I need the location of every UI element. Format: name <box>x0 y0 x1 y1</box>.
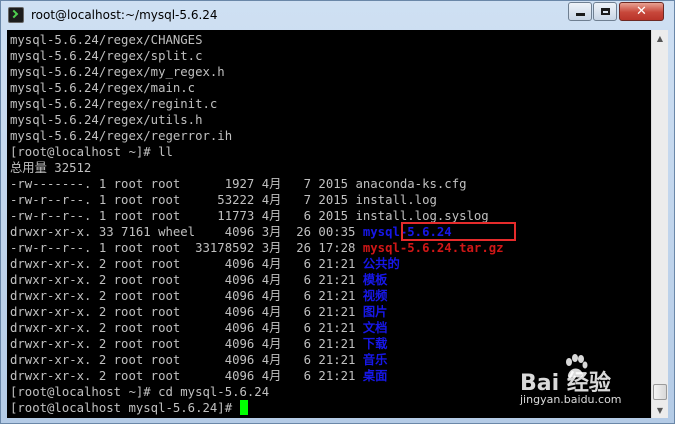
listing-row: drwxr-xr-x. 2 root root 4096 4月 6 21:21 … <box>10 368 387 384</box>
text-cursor <box>239 400 248 415</box>
title-bar[interactable]: root@localhost:~/mysql-5.6.24 ✕ <box>1 1 674 31</box>
maximize-button[interactable] <box>593 2 617 21</box>
listing-row: -rw-------. 1 root root 1927 4月 7 2015 a… <box>10 176 467 192</box>
directory-name: 模板 <box>362 273 388 287</box>
terminal-line: mysql-5.6.24/regex/split.c <box>10 49 203 63</box>
file-meta: drwxr-xr-x. 2 root root 4096 4月 6 21:21 <box>10 369 363 383</box>
file-meta: drwxr-xr-x. 2 root root 4096 4月 6 21:21 <box>10 337 363 351</box>
terminal-line: mysql-5.6.24/regex/utils.h <box>10 113 203 127</box>
file-meta: drwxr-xr-x. 2 root root 4096 4月 6 21:21 <box>10 257 363 271</box>
listing-row: drwxr-xr-x. 2 root root 4096 4月 6 21:21 … <box>10 304 387 320</box>
terminal-line: 总用量 32512 <box>10 161 92 175</box>
highlight-box <box>401 222 516 241</box>
listing-row: -rw-r--r--. 1 root root 53222 4月 7 2015 … <box>10 192 437 208</box>
file-name: install.log.syslog <box>355 209 489 223</box>
vertical-scrollbar[interactable]: ▲ ▼ <box>651 30 668 418</box>
prompt-text: [root@localhost mysql-5.6.24]# <box>10 401 240 415</box>
directory-name: 图片 <box>362 305 388 319</box>
file-name: install.log <box>355 193 437 207</box>
minimize-button[interactable] <box>568 2 592 21</box>
listing-row: drwxr-xr-x. 2 root root 4096 4月 6 21:21 … <box>10 272 387 288</box>
directory-name: 视频 <box>362 289 388 303</box>
baidu-watermark: Bai 经验 jingyan.baidu.com <box>514 351 644 411</box>
file-meta: drwxr-xr-x. 2 root root 4096 4月 6 21:21 <box>10 353 363 367</box>
file-meta: drwxr-xr-x. 2 root root 4096 4月 6 21:21 <box>10 289 363 303</box>
watermark-url: jingyan.baidu.com <box>520 393 622 406</box>
file-meta: -rw-r--r--. 1 root root 33178592 3月 26 1… <box>10 241 363 255</box>
listing-row: drwxr-xr-x. 2 root root 4096 4月 6 21:21 … <box>10 256 400 272</box>
minimize-icon <box>575 13 585 16</box>
listing-row: drwxr-xr-x. 2 root root 4096 4月 6 21:21 … <box>10 320 387 336</box>
archive-name: mysql-5.6.24.tar.gz <box>362 241 504 255</box>
terminal-line: mysql-5.6.24/regex/regerror.ih <box>10 129 233 143</box>
file-meta: -rw-------. 1 root root 1927 4月 7 2015 <box>10 177 356 191</box>
file-meta: drwxr-xr-x. 2 root root 4096 4月 6 21:21 <box>10 321 363 335</box>
file-meta: -rw-r--r--. 1 root root 53222 4月 7 2015 <box>10 193 356 207</box>
directory-name: 下载 <box>362 337 388 351</box>
scroll-down-icon[interactable]: ▼ <box>652 402 668 418</box>
listing-row: drwxr-xr-x. 2 root root 4096 4月 6 21:21 … <box>10 288 387 304</box>
directory-name: 文档 <box>362 321 388 335</box>
terminal-line: [root@localhost ~]# ll <box>10 145 173 159</box>
directory-name: 音乐 <box>362 353 388 367</box>
maximize-icon <box>600 8 610 15</box>
scroll-up-icon[interactable]: ▲ <box>652 30 668 46</box>
file-meta: drwxr-xr-x. 2 root root 4096 4月 6 21:21 <box>10 305 363 319</box>
terminal-line: [root@localhost ~]# cd mysql-5.6.24 <box>10 385 270 399</box>
listing-row: drwxr-xr-x. 2 root root 4096 4月 6 21:21 … <box>10 336 387 352</box>
listing-row: drwxr-xr-x. 33 7161 wheel 4096 3月 26 00:… <box>10 224 452 240</box>
file-meta: drwxr-xr-x. 33 7161 wheel 4096 3月 26 00:… <box>10 225 363 239</box>
directory-name: 桌面 <box>362 369 388 383</box>
listing-row: drwxr-xr-x. 2 root root 4096 4月 6 21:21 … <box>10 352 387 368</box>
scrollbar-thumb[interactable] <box>653 384 667 400</box>
terminal-line: mysql-5.6.24/regex/my_regex.h <box>10 65 225 79</box>
listing-row: -rw-r--r--. 1 root root 33178592 3月 26 1… <box>10 240 504 256</box>
window-title: root@localhost:~/mysql-5.6.24 <box>31 8 218 22</box>
terminal-line: mysql-5.6.24/regex/reginit.c <box>10 97 218 111</box>
terminal-line: mysql-5.6.24/regex/CHANGES <box>10 33 203 47</box>
close-icon: ✕ <box>636 4 647 19</box>
baidu-paw-icon <box>566 354 588 378</box>
terminal-line: mysql-5.6.24/regex/main.c <box>10 81 196 95</box>
file-name: anaconda-ks.cfg <box>355 177 467 191</box>
close-button[interactable]: ✕ <box>619 2 664 21</box>
terminal-window: root@localhost:~/mysql-5.6.24 ✕ mysql-5.… <box>0 0 675 424</box>
file-meta: drwxr-xr-x. 2 root root 4096 4月 6 21:21 <box>10 273 363 287</box>
file-meta: -rw-r--r--. 1 root root 11773 4月 6 2015 <box>10 209 356 223</box>
command-prompt[interactable]: [root@localhost mysql-5.6.24]# <box>10 400 248 416</box>
terminal-app-icon[interactable] <box>8 7 24 23</box>
directory-name: 公共的 <box>362 257 400 271</box>
